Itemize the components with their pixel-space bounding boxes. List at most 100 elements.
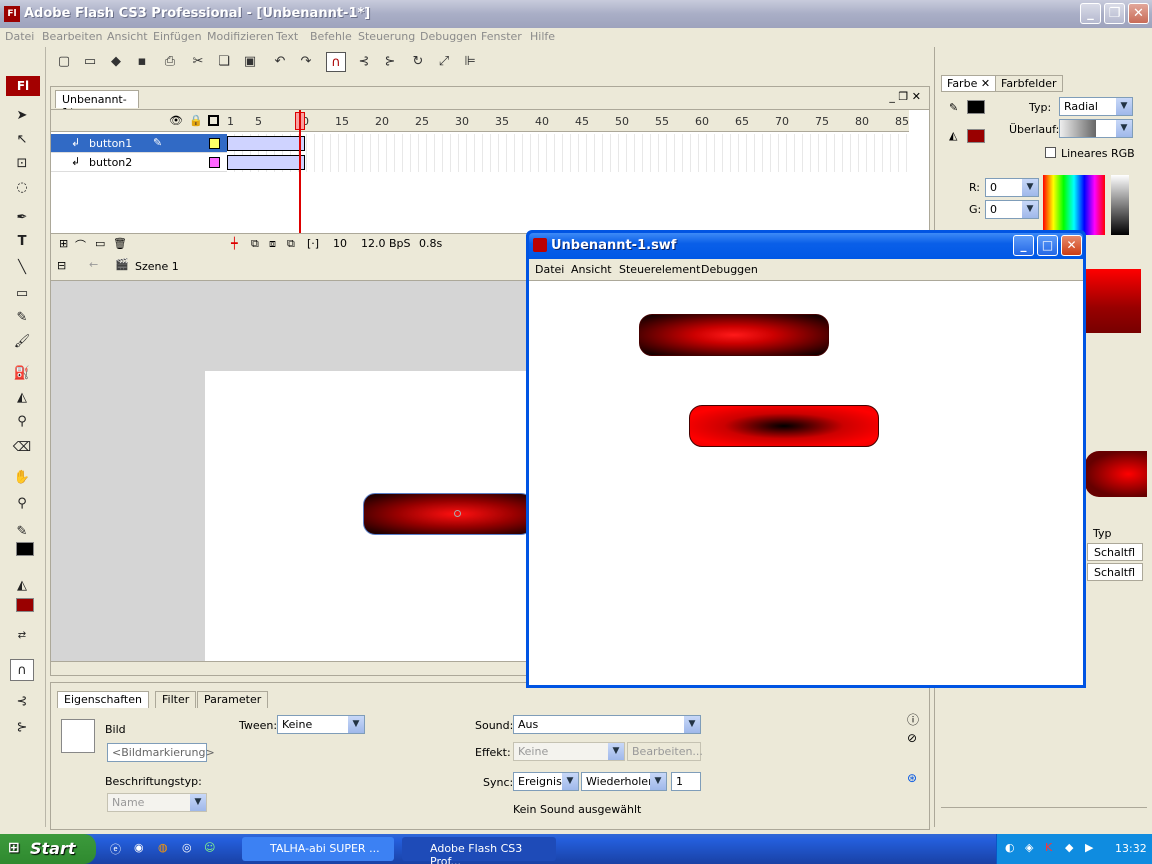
help-icon[interactable]: ⓘ	[907, 711, 919, 728]
redo-icon[interactable]: ↷	[296, 52, 316, 72]
tray-icon[interactable]: K	[1045, 841, 1052, 854]
print-icon[interactable]: ⎙	[160, 52, 180, 72]
save-icon[interactable]: ▪	[132, 52, 152, 72]
layer-color-swatch[interactable]	[209, 157, 220, 168]
minimize-button[interactable]: _	[1080, 3, 1101, 24]
lasso-tool-icon[interactable]: ◌	[10, 177, 34, 199]
rotate-icon[interactable]: ↻	[408, 52, 428, 72]
menu-einfuegen[interactable]: Einfügen	[153, 30, 202, 43]
paste-icon[interactable]: ▣	[240, 52, 260, 72]
brush-tool-icon[interactable]: 🖌	[10, 331, 34, 353]
restore-button[interactable]: ❐	[1104, 3, 1125, 24]
label-type-select[interactable]: Name ▼	[107, 793, 207, 812]
repeat-count-input[interactable]: 1	[671, 772, 701, 791]
ink-bottle-tool-icon[interactable]: ⛽	[10, 363, 34, 385]
swf-menu-datei[interactable]: Datei	[535, 263, 564, 276]
swf-minimize-button[interactable]: _	[1013, 235, 1034, 256]
swf-close-button[interactable]: ✕	[1061, 235, 1082, 256]
task-talha[interactable]: TALHA-abi SUPER ...	[242, 837, 394, 861]
subselection-tool-icon[interactable]: ↖	[10, 129, 34, 151]
frames-row-button2[interactable]	[227, 153, 909, 172]
quicklaunch-messenger-icon[interactable]: ☺	[204, 841, 215, 854]
library-row-type[interactable]: Schaltfl	[1087, 563, 1143, 581]
brightness-slider[interactable]	[1111, 175, 1129, 235]
start-button[interactable]: ⊞ Start	[0, 834, 96, 864]
menu-steuerung[interactable]: Steuerung	[358, 30, 415, 43]
edit-multiple-icon[interactable]: ⧉	[287, 237, 295, 251]
lock-icon[interactable]: 🔒	[189, 114, 203, 127]
paint-bucket-tool-icon[interactable]: ◭	[10, 387, 34, 409]
frame-label-input[interactable]: <Bildmarkierung>	[107, 743, 215, 762]
sound-select[interactable]: Aus ▼	[513, 715, 701, 734]
open-icon[interactable]: ▭	[80, 52, 100, 72]
center-frame-icon[interactable]: ┿	[231, 237, 238, 250]
selection-tool-icon[interactable]: ➤	[10, 105, 34, 127]
scale-icon[interactable]: ⤢	[434, 52, 454, 72]
motion-guide-icon[interactable]: ⌒	[75, 237, 86, 253]
bridge-icon[interactable]: ◆	[106, 52, 126, 72]
quicklaunch-ie-icon[interactable]: ⓔ	[110, 841, 121, 857]
onion-skin-icon[interactable]: ⧉	[251, 237, 259, 251]
accessibility-icon[interactable]: ⊛	[907, 771, 917, 785]
document-tab[interactable]: Unbenannt-1*	[55, 90, 139, 119]
tray-icon[interactable]: ▶	[1085, 841, 1093, 854]
layer-folder-icon[interactable]: ▭	[95, 237, 105, 250]
r-input[interactable]: 0 ▼	[985, 178, 1039, 197]
snap-to-objects-icon[interactable]: ∩	[10, 659, 34, 681]
menu-ansicht[interactable]: Ansicht	[107, 30, 148, 43]
onion-outline-icon[interactable]: ⧈	[269, 237, 276, 251]
menu-bearbeiten[interactable]: Bearbeiten	[42, 30, 102, 43]
edit-sound-button[interactable]: Bearbeiten...	[627, 742, 703, 761]
line-tool-icon[interactable]: ╲	[10, 257, 34, 279]
tray-icon[interactable]: ◆	[1065, 841, 1073, 854]
layer-color-swatch[interactable]	[209, 138, 220, 149]
tween-select[interactable]: Keine ▼	[277, 715, 365, 734]
new-icon[interactable]: ▢	[54, 52, 74, 72]
delete-layer-icon[interactable]: 🗑	[113, 237, 127, 250]
copy-icon[interactable]: ❏	[214, 52, 234, 72]
quicklaunch-media-icon[interactable]: ◉	[134, 841, 144, 854]
back-arrow-icon[interactable]: ←	[89, 258, 98, 271]
menu-modifizieren[interactable]: Modifizieren	[207, 30, 274, 43]
tray-icon[interactable]: ◈	[1025, 841, 1033, 854]
repeat-select[interactable]: Wiederholen ▼	[581, 772, 667, 791]
tab-parameter[interactable]: Parameter	[197, 691, 269, 708]
effect-select[interactable]: Keine ▼	[513, 742, 625, 761]
overflow-select[interactable]: ▼	[1059, 119, 1133, 138]
library-type-header[interactable]: Typ	[1093, 527, 1112, 540]
quicklaunch-opera-icon[interactable]: ◎	[182, 841, 192, 854]
task-flash[interactable]: Adobe Flash CS3 Prof...	[402, 837, 556, 864]
zoom-tool-icon[interactable]: ⚲	[10, 493, 34, 515]
swf-menu-debuggen[interactable]: Debuggen	[701, 263, 758, 276]
snap-magnet-icon[interactable]: ∩	[326, 52, 346, 72]
straighten-option-icon[interactable]: ⊱	[10, 717, 34, 739]
onion-markers-icon[interactable]: [·]	[307, 237, 319, 250]
menu-hilfe[interactable]: Hilfe	[530, 30, 555, 43]
menu-datei[interactable]: Datei	[5, 30, 34, 43]
fill-color-swatch[interactable]	[16, 598, 34, 612]
swap-colors-icon[interactable]: ⇄	[10, 625, 34, 647]
stroke-color-icon[interactable]: ✎	[10, 521, 34, 543]
layer-button1[interactable]: ↲ button1 ✎	[51, 134, 227, 153]
linear-rgb-checkbox[interactable]	[1045, 147, 1056, 158]
g-input[interactable]: 0 ▼	[985, 200, 1039, 219]
pencil-tool-icon[interactable]: ✎	[10, 307, 34, 329]
straighten-icon[interactable]: ⊱	[380, 52, 400, 72]
hand-tool-icon[interactable]: ✋	[10, 467, 34, 489]
library-row-type[interactable]: Schaltfl	[1087, 543, 1143, 561]
tab-filter[interactable]: Filter	[155, 691, 197, 708]
cut-icon[interactable]: ✂	[188, 52, 208, 72]
layer-button2[interactable]: ↲ button2	[51, 153, 227, 172]
tab-eigenschaften[interactable]: Eigenschaften	[57, 691, 149, 708]
undo-icon[interactable]: ↶	[270, 52, 290, 72]
quicklaunch-firefox-icon[interactable]: ◍	[158, 841, 168, 854]
timeline-toggle-icon[interactable]: ⊟	[57, 259, 66, 272]
frames-row-button1[interactable]	[227, 134, 909, 153]
smooth-option-icon[interactable]: ⊰	[10, 691, 34, 713]
menu-befehle[interactable]: Befehle	[310, 30, 352, 43]
rectangle-tool-icon[interactable]: ▭	[10, 283, 34, 305]
text-tool-icon[interactable]: T	[10, 231, 34, 253]
color-spectrum[interactable]	[1043, 175, 1105, 235]
edit-icon[interactable]: ⊘	[907, 731, 917, 745]
fill-color-icon[interactable]: ◭	[10, 575, 34, 597]
